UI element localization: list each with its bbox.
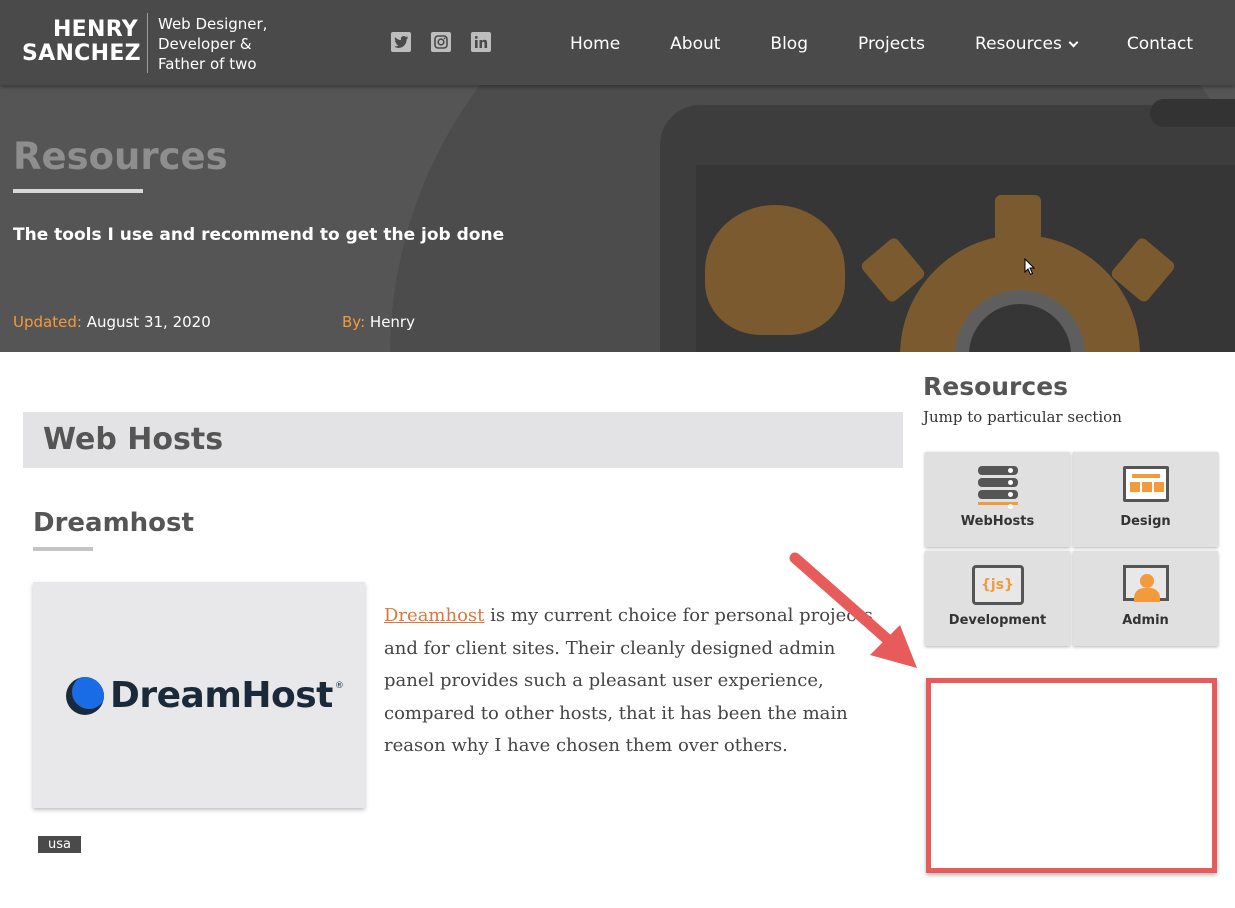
nav-blog[interactable]: Blog <box>770 34 808 54</box>
tagline-line-1: Web Designer, <box>158 15 268 33</box>
social-links <box>391 32 491 52</box>
host-title: Dreamhost <box>33 508 194 538</box>
dreamhost-moon-icon <box>66 676 104 715</box>
highlighted-empty-box <box>926 678 1217 873</box>
tile-webhosts[interactable]: WebHosts <box>925 452 1070 547</box>
host-description: Dreamhost is my current choice for perso… <box>384 600 889 763</box>
twitter-icon[interactable] <box>391 32 411 52</box>
tagline-line-3: Father of two <box>158 55 257 73</box>
host-tag-badge[interactable]: usa <box>38 836 81 853</box>
site-header: HENRY SANCHEZ Web Designer, Developer & … <box>0 0 1235 85</box>
tile-admin-label: Admin <box>1122 613 1169 628</box>
admin-user-icon <box>1122 565 1169 602</box>
registered-mark: ® <box>334 680 344 691</box>
nav-contact[interactable]: Contact <box>1127 34 1193 54</box>
host-title-underline <box>33 547 93 551</box>
tile-design[interactable]: Design <box>1073 452 1218 547</box>
dreamhost-link[interactable]: Dreamhost <box>384 605 484 626</box>
nav-about[interactable]: About <box>670 34 720 54</box>
nav-resources[interactable]: Resources <box>975 34 1079 54</box>
author-value: Henry <box>369 313 415 331</box>
nav-projects[interactable]: Projects <box>858 34 925 54</box>
sidebar-title: Resources <box>923 372 1069 401</box>
tile-design-label: Design <box>1120 514 1171 529</box>
logo-divider <box>147 13 148 73</box>
dreamhost-logo: DreamHost ® <box>66 675 344 716</box>
page-title: Resources <box>13 135 228 178</box>
code-icon: {js} <box>971 565 1024 605</box>
wrench-icon <box>705 205 845 335</box>
nav-resources-label: Resources <box>975 34 1062 54</box>
logo-line-2: SANCHEZ <box>22 41 141 66</box>
site-logo[interactable]: HENRY SANCHEZ <box>22 17 141 66</box>
main-nav: Home About Blog Projects Resources Conta… <box>570 34 1193 54</box>
hero-banner: Resources The tools I use and recommend … <box>0 85 1235 352</box>
updated-value: August 31, 2020 <box>86 313 211 331</box>
page-subtitle: The tools I use and recommend to get the… <box>13 225 505 245</box>
host-logo-card[interactable]: DreamHost ® <box>33 582 365 808</box>
author-label: By: <box>342 313 366 331</box>
updated-label: Updated: <box>13 313 82 331</box>
section-header-web-hosts: Web Hosts <box>23 412 903 468</box>
host-description-text: is my current choice for personal projec… <box>384 605 873 756</box>
tile-development[interactable]: {js} Development <box>925 551 1070 646</box>
design-icon <box>1122 466 1169 502</box>
tile-development-label: Development <box>948 613 1047 628</box>
updated-meta: Updated: August 31, 2020 <box>13 313 211 331</box>
dreamhost-wordmark: DreamHost <box>110 675 333 716</box>
chevron-down-icon <box>1068 37 1079 47</box>
hero-monitor-bar <box>1150 99 1235 127</box>
sidebar-subtitle: Jump to particular section <box>923 408 1122 426</box>
instagram-icon[interactable] <box>431 32 451 52</box>
nav-home[interactable]: Home <box>570 34 620 54</box>
author-meta: By: Henry <box>342 313 415 331</box>
logo-line-1: HENRY <box>52 17 138 42</box>
linkedin-icon[interactable] <box>471 32 491 52</box>
tile-webhosts-label: WebHosts <box>960 514 1035 529</box>
title-underline <box>13 189 143 193</box>
tile-admin[interactable]: Admin <box>1073 551 1218 646</box>
tagline-line-2: Developer & <box>158 35 252 53</box>
mouse-cursor-icon <box>1024 258 1036 276</box>
server-icon <box>977 466 1018 509</box>
site-tagline: Web Designer, Developer & Father of two <box>158 14 288 74</box>
section-title: Web Hosts <box>43 422 224 457</box>
